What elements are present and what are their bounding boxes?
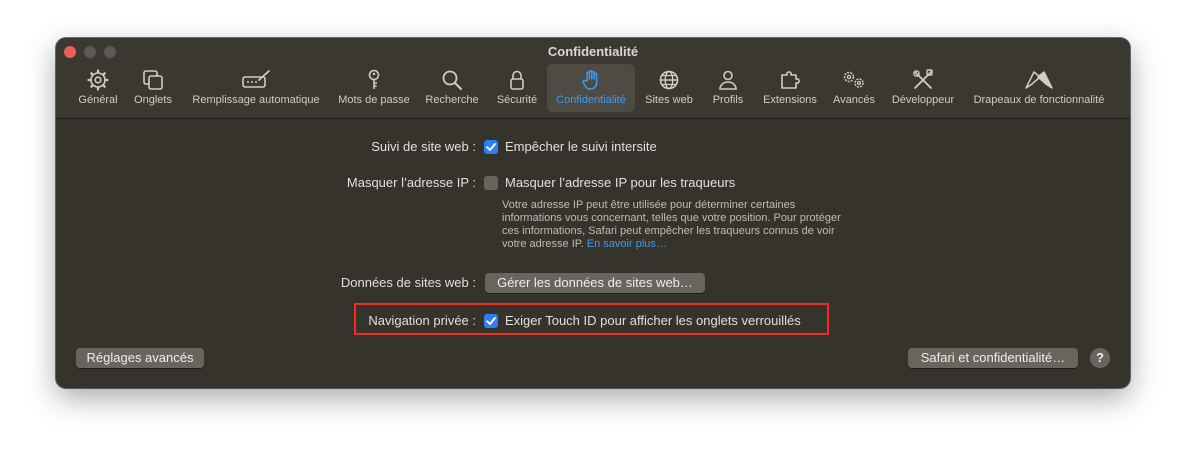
toolbar-item-security[interactable]: Sécurité <box>490 64 544 112</box>
require-touch-id-label: Exiger Touch ID pour afficher les onglet… <box>505 313 801 328</box>
toolbar-item-label: Mots de passe <box>338 94 410 106</box>
hand-icon <box>582 70 598 90</box>
key-icon <box>368 69 380 89</box>
toolbar-item-label: Remplissage automatique <box>192 94 320 106</box>
puzzle-icon <box>781 71 800 89</box>
toolbar-item-label: Drapeaux de fonctionnalité <box>973 94 1105 106</box>
toolbar-item-privacy[interactable]: Confidentialité <box>547 64 635 112</box>
toolbar-item-label: Général <box>78 94 118 106</box>
toolbar-item-label: Profils <box>712 94 744 106</box>
toolbar-item-label: Confidentialité <box>556 94 626 106</box>
tracking-label: Suivi de site web : <box>371 139 476 154</box>
help-button[interactable]: ? <box>1090 348 1110 368</box>
checkmark-icon <box>486 317 496 325</box>
hide-ip-note-text: Votre adresse IP peut être utilisée pour… <box>502 199 841 250</box>
title-bar: Confidentialité Général Onglets Rempliss… <box>56 38 1130 119</box>
toolbar-item-general[interactable]: Général <box>72 64 124 112</box>
toolbar-item-advanced[interactable]: Avancés <box>828 64 880 112</box>
privacy-pane: Suivi de site web : Empêcher le suivi in… <box>56 119 1130 388</box>
preferences-toolbar: Général Onglets Remplissage automatique <box>56 64 1130 114</box>
toolbar-item-label: Recherche <box>425 94 479 106</box>
toolbar-item-search[interactable]: Recherche <box>420 64 484 112</box>
checkmark-icon <box>486 143 496 151</box>
search-icon <box>442 70 462 90</box>
person-icon <box>719 70 737 90</box>
toolbar-item-profiles[interactable]: Profils <box>706 64 750 112</box>
require-touch-id-checkbox[interactable] <box>484 314 498 328</box>
flags-icon <box>1025 71 1053 89</box>
toolbar-item-feature-flags[interactable]: Drapeaux de fonctionnalité <box>966 64 1112 112</box>
toolbar-item-label: Onglets <box>134 94 172 106</box>
hide-ip-checkbox[interactable] <box>484 176 498 190</box>
hide-ip-checkbox-label: Masquer l’adresse IP pour les traqueurs <box>505 175 736 190</box>
toolbar-item-label: Avancés <box>833 94 875 106</box>
hide-ip-description: Votre adresse IP peut être utilisée pour… <box>502 199 842 251</box>
toolbar-item-extensions[interactable]: Extensions <box>758 64 822 112</box>
toolbar-item-autofill[interactable]: Remplissage automatique <box>184 64 328 112</box>
hide-ip-label: Masquer l’adresse IP : <box>346 175 476 190</box>
globe-icon <box>659 70 679 90</box>
private-browsing-label: Navigation privée : <box>368 313 476 328</box>
learn-more-link[interactable]: En savoir plus… <box>587 238 667 250</box>
lock-icon <box>510 70 524 90</box>
advanced-settings-button[interactable]: Réglages avancés <box>76 348 204 368</box>
autofill-icon <box>242 70 270 88</box>
website-data-label: Données de sites web : <box>340 275 476 290</box>
tools-icon <box>913 69 933 89</box>
gear-icon <box>87 69 109 91</box>
gears-icon <box>843 71 864 88</box>
manage-website-data-button[interactable]: Gérer les données de sites web… <box>485 273 705 293</box>
toolbar-item-passwords[interactable]: Mots de passe <box>332 64 416 112</box>
preferences-window: Confidentialité Général Onglets Rempliss… <box>56 38 1130 388</box>
toolbar-item-label: Développeur <box>891 94 955 106</box>
safari-privacy-button[interactable]: Safari et confidentialité… <box>908 348 1078 368</box>
toolbar-item-label: Sécurité <box>496 94 538 106</box>
prevent-tracking-checkbox[interactable] <box>484 140 498 154</box>
window-title: Confidentialité <box>547 44 639 59</box>
toolbar-item-label: Sites web <box>645 94 693 106</box>
tabs-icon <box>143 70 163 90</box>
toolbar-item-websites[interactable]: Sites web <box>639 64 699 112</box>
toolbar-item-label: Extensions <box>763 94 817 106</box>
toolbar-item-tabs[interactable]: Onglets <box>128 64 178 112</box>
toolbar-item-developer[interactable]: Développeur <box>886 64 960 112</box>
prevent-tracking-label: Empêcher le suivi intersite <box>505 139 657 154</box>
